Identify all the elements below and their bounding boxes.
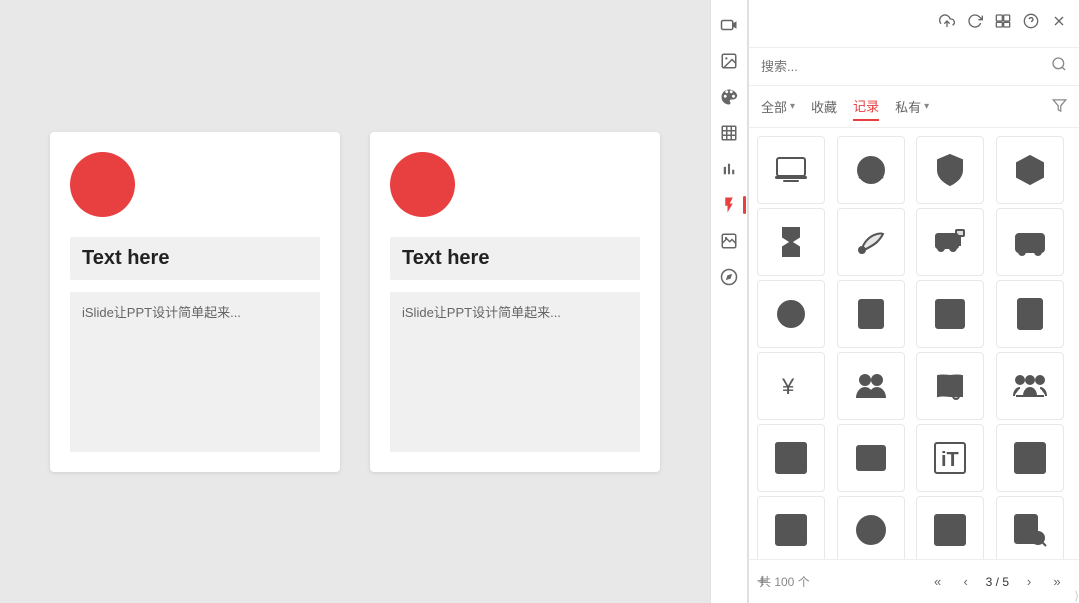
sidebar-lightning-icon[interactable] [714,190,744,220]
slide-circle-1 [70,152,135,217]
sidebar-video-icon[interactable] [714,10,744,40]
slide-area: Text here iSlide让PPT设计简单起来... Text here … [0,0,710,603]
icon-cell-edit[interactable] [757,496,825,559]
sidebar-chart-icon[interactable] [714,154,744,184]
tab-private-label: 私有 [895,97,921,116]
help-icon[interactable] [1023,13,1039,34]
icon-cell-expand[interactable] [996,424,1064,492]
svg-text:¥: ¥ [781,374,795,399]
icon-cell-shield[interactable] [916,136,984,204]
svg-text:W: W [1024,305,1038,321]
page-prev-btn[interactable]: ‹ [954,570,978,594]
search-input[interactable] [761,59,1043,74]
tab-private-chevron: ▾ [924,101,929,112]
search-icon[interactable] [1051,56,1067,77]
icon-cell-speedometer[interactable] [757,280,825,348]
tab-private[interactable]: 私有 ▾ [895,93,929,120]
tab-all-chevron: ▾ [790,101,795,112]
slide-title-box-1: Text here [70,237,320,280]
refresh-icon[interactable] [967,13,983,34]
resize-handle[interactable]: ⟩ [1063,587,1079,603]
icon-cell-openbook[interactable] [916,352,984,420]
icon-cell-news[interactable] [837,424,905,492]
slide-circle-2 [390,152,455,217]
icon-cell-group[interactable] [837,352,905,420]
tab-favorites[interactable]: 收藏 [811,93,837,120]
icon-cell-leaf[interactable] [837,208,905,276]
icon-cell-audience[interactable] [996,352,1064,420]
icon-cell-layout[interactable] [757,424,825,492]
icon-cell-excel[interactable]: X [916,280,984,348]
icon-cell-hourglass[interactable] [757,208,825,276]
slide-title-2: Text here [402,247,489,269]
icon-cell-steering-wheel[interactable] [837,136,905,204]
icon-cell-box[interactable] [996,136,1064,204]
svg-text:正: 正 [863,524,876,539]
slide-body-box-1: iSlide让PPT设计简单起来... [70,292,320,452]
sidebar-palette-icon[interactable] [714,82,744,112]
panel-header [749,0,1079,48]
slide-title-1: Text here [82,247,169,269]
svg-text:SAT: SAT [860,302,872,308]
sidebar-icons [710,0,748,603]
tab-records-label: 记录 [853,96,879,115]
page-next-btn[interactable]: › [1017,570,1041,594]
filter-tabs: 全部 ▾ 收藏 记录 私有 ▾ [749,86,1079,128]
icon-cell-yen[interactable]: ¥ [757,352,825,420]
icon-cell-car-sign[interactable] [916,208,984,276]
page-first-btn[interactable]: « [926,570,950,594]
slide-body-1: iSlide让PPT设计简单起来... [82,305,241,320]
upload-icon[interactable] [939,13,955,34]
icon-cell-check-circle[interactable]: 正 [837,496,905,559]
icon-cell-document[interactable]: SAT [837,280,905,348]
tab-records[interactable]: 记录 [853,92,879,121]
icon-cell-laptop[interactable] [757,136,825,204]
sidebar-compass-icon[interactable] [714,262,744,292]
svg-text:iT: iT [941,449,959,471]
filter-icon[interactable] [1052,98,1067,116]
link-icon[interactable] [995,13,1011,34]
page-current: 3 / 5 [982,575,1013,589]
icon-cell-search-doc[interactable] [996,496,1064,559]
pagination: 共 100 个 « ‹ 3 / 5 › » [749,559,1079,603]
close-icon[interactable] [1051,13,1067,34]
add-button[interactable]: + [750,569,774,593]
sidebar-photo-icon[interactable] [714,226,744,256]
icon-cell-text[interactable]: iT [916,424,984,492]
slide-body-box-2: iSlide让PPT设计简单起来... [390,292,640,452]
icon-cell-car-front[interactable] [996,208,1064,276]
slide-card-2: Text here iSlide让PPT设计简单起来... [370,132,660,472]
right-panel: 全部 ▾ 收藏 记录 私有 ▾ [748,0,1079,603]
sidebar-table-icon[interactable] [714,118,744,148]
icon-grid: SAT X W ¥ iT [749,128,1079,559]
sidebar-image-icon[interactable] [714,46,744,76]
svg-text:X: X [949,302,954,309]
tab-all-label: 全部 [761,97,787,116]
icon-cell-word[interactable]: W [996,280,1064,348]
pagination-controls: « ‹ 3 / 5 › » [926,570,1069,594]
slide-title-box-2: Text here [390,237,640,280]
tab-favorites-label: 收藏 [811,97,837,116]
search-bar [749,48,1079,86]
slide-card-1: Text here iSlide让PPT设计简单起来... [50,132,340,472]
tab-all[interactable]: 全部 ▾ [761,93,795,120]
slide-body-2: iSlide让PPT设计简单起来... [402,305,561,320]
icon-cell-user-profile[interactable] [916,496,984,559]
